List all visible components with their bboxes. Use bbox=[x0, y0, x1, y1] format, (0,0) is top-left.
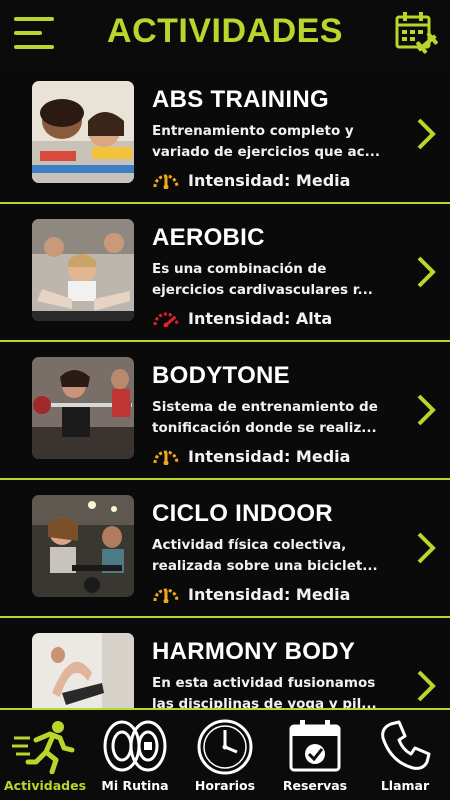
activity-thumbnail bbox=[32, 633, 134, 708]
running-person-icon bbox=[12, 721, 75, 774]
activity-description: Es una combinación de ejercicios cardiva… bbox=[152, 261, 373, 298]
activity-name: HARMONY BODY bbox=[152, 638, 356, 665]
tab-reservas[interactable]: Reservas bbox=[270, 710, 360, 800]
chevron-right-icon[interactable] bbox=[414, 530, 438, 566]
top-bar: ACTIVIDADES bbox=[0, 0, 450, 66]
activities-list[interactable]: ABS TRAINING Entrenamiento completo y va… bbox=[0, 66, 450, 708]
list-item-harmony-body[interactable]: HARMONY BODY En esta actividad fusionamo… bbox=[0, 618, 450, 708]
tab-label: Reservas bbox=[282, 778, 348, 793]
intensity-label: Intensidad: Media bbox=[188, 170, 351, 190]
list-item-abs-training[interactable]: ABS TRAINING Entrenamiento completo y va… bbox=[0, 66, 450, 204]
activity-description: Entrenamiento completo y variado de ejer… bbox=[152, 123, 380, 160]
intensity-row: Intensidad: Media bbox=[152, 584, 350, 604]
chevron-right-icon[interactable] bbox=[414, 392, 438, 428]
tab-label: Llamar bbox=[380, 778, 430, 793]
activity-thumbnail bbox=[32, 219, 134, 321]
intensity-row: Intensidad: Media bbox=[152, 446, 350, 466]
chevron-right-icon[interactable] bbox=[414, 668, 438, 704]
tab-mi-rutina[interactable]: Mi Rutina bbox=[90, 710, 180, 800]
activity-description: Actividad física colectiva, realizada so… bbox=[152, 537, 378, 574]
page-title: ACTIVIDADES bbox=[107, 12, 343, 50]
clock-icon bbox=[197, 719, 253, 775]
gauge-high-icon bbox=[153, 312, 179, 327]
tab-label: Actividades bbox=[3, 778, 87, 793]
activity-description: En esta actividad fusionamos las discipl… bbox=[152, 675, 377, 708]
intensity-label: Intensidad: Alta bbox=[188, 308, 333, 328]
bottom-tab-bar: Actividades Mi Rutina Horarios Reservas … bbox=[0, 708, 450, 800]
chevron-right-icon[interactable] bbox=[414, 116, 438, 152]
calendar-dumbbell-icon[interactable] bbox=[394, 9, 438, 55]
gauge-medium-icon bbox=[153, 588, 179, 603]
activity-thumbnail bbox=[32, 357, 134, 459]
intensity-row: Intensidad: Alta bbox=[152, 308, 332, 328]
activity-name: BODYTONE bbox=[152, 362, 290, 389]
activity-name: ABS TRAINING bbox=[152, 86, 329, 113]
intensity-row: Intensidad: Media bbox=[152, 170, 350, 190]
tab-horarios[interactable]: Horarios bbox=[180, 710, 270, 800]
activity-name: AEROBIC bbox=[152, 224, 265, 251]
list-item-aerobic[interactable]: AEROBIC Es una combinación de ejercicios… bbox=[0, 204, 450, 342]
gauge-medium-icon bbox=[153, 450, 179, 465]
gauge-medium-icon bbox=[153, 174, 179, 189]
phone-icon bbox=[381, 720, 431, 770]
weight-plates-icon bbox=[103, 720, 167, 772]
list-item-bodytone[interactable]: BODYTONE Sistema de entrenamiento de ton… bbox=[0, 342, 450, 480]
list-item-ciclo-indoor[interactable]: CICLO INDOOR Actividad física colectiva,… bbox=[0, 480, 450, 618]
intensity-label: Intensidad: Media bbox=[188, 584, 351, 604]
intensity-label: Intensidad: Media bbox=[188, 446, 351, 466]
tab-actividades[interactable]: Actividades bbox=[0, 710, 90, 800]
tab-label: Mi Rutina bbox=[101, 778, 169, 793]
activity-name: CICLO INDOOR bbox=[152, 500, 333, 527]
chevron-right-icon[interactable] bbox=[414, 254, 438, 290]
tab-llamar[interactable]: Llamar bbox=[360, 710, 450, 800]
calendar-check-icon bbox=[289, 720, 341, 772]
activity-thumbnail bbox=[32, 81, 134, 183]
activity-description: Sistema de entrenamiento de tonificación… bbox=[152, 399, 378, 436]
tab-label: Horarios bbox=[194, 778, 256, 793]
activity-thumbnail bbox=[32, 495, 134, 597]
